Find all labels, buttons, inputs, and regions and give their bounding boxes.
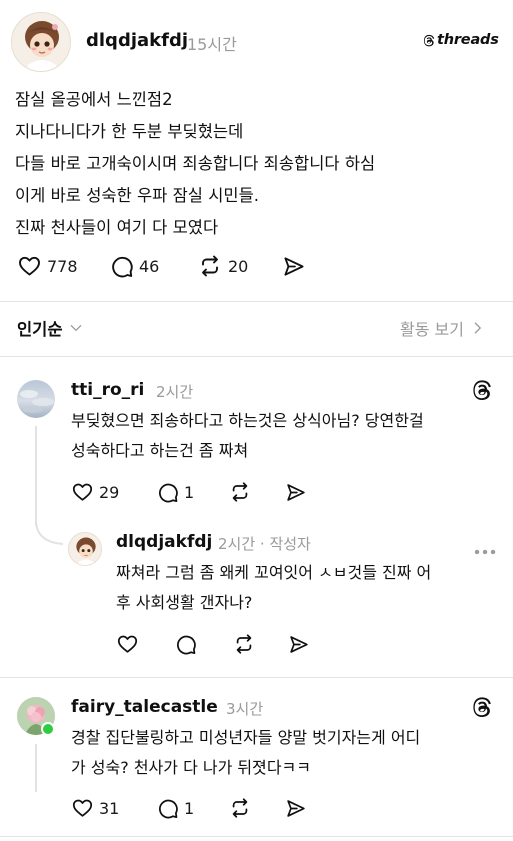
heart-icon [72, 799, 93, 817]
post-divider [0, 301, 513, 302]
threads-wordmark: threads [437, 32, 499, 48]
thread-connector-line [35, 744, 37, 792]
reply-username[interactable]: fairy_talecastle [71, 697, 218, 717]
nested-like-button[interactable] [116, 633, 139, 655]
threads-open-icon[interactable] [470, 695, 494, 723]
repost-icon [236, 634, 252, 654]
reply-timestamp: 3시간 [226, 700, 264, 718]
reply-divider [0, 677, 513, 678]
reply-line: 후 사회생활 갠자나? [116, 593, 253, 612]
chevron-right-icon [474, 322, 481, 334]
nested-comment-button[interactable] [175, 633, 197, 655]
reply-comment-button[interactable]: 1 [157, 481, 194, 503]
comment-icon [159, 483, 178, 503]
reply-comment-button[interactable]: 1 [157, 797, 194, 819]
share-icon [290, 636, 308, 653]
comment-icon [159, 799, 178, 819]
reply-username[interactable]: tti_ro_ri [71, 380, 144, 400]
thread-connector-line [35, 426, 37, 526]
share-icon [287, 800, 305, 817]
reply-comment-count: 1 [184, 798, 195, 818]
reply-line: 부딪혔으면 죄송하다고 하는것은 상식아님? 당연한걸 [71, 411, 424, 430]
heart-icon [117, 635, 138, 653]
reply-line: 성숙하다고 하는건 좀 짜쳐 [71, 441, 249, 460]
threads-open-icon[interactable] [470, 378, 494, 406]
post-body: 잠실 올공에서 느낀점2 지나다니다가 한 두분 부딪혔는데 다들 바로 고개숙… [15, 84, 505, 244]
threads-icon [473, 697, 491, 717]
sort-dropdown[interactable]: 인기순 [17, 316, 83, 340]
repost-icon [232, 798, 248, 818]
nested-repost-button[interactable] [232, 633, 256, 655]
reply-like-button[interactable]: 29 [71, 481, 119, 503]
chevron-down-icon [70, 325, 81, 331]
reply-comment-count: 1 [184, 482, 195, 502]
post-comment-button[interactable]: 46 [110, 254, 159, 278]
post-share-button[interactable] [282, 255, 306, 278]
author-avatar-illustration [69, 533, 101, 565]
post-line: 다들 바로 고개숙이시며 죄송합니다 죄송합니다 하심 [15, 154, 376, 173]
post-repost-button[interactable]: 20 [197, 254, 248, 278]
post-comment-count: 46 [139, 256, 160, 276]
comment-icon [177, 635, 196, 655]
thread-connector-curve [35, 520, 64, 545]
post-repost-count: 20 [228, 256, 249, 276]
reply-timestamp: 2시간 [156, 383, 194, 401]
reply-line: 경찰 집단불링하고 미성년자들 양말 벗기자는게 어디 [71, 728, 421, 747]
post-timestamp: 15시간 [187, 35, 237, 54]
reply-like-count: 29 [99, 482, 120, 502]
share-icon [287, 484, 305, 501]
threads-logo-icon [423, 34, 435, 46]
reply-body: 부딪혔으면 죄송하다고 하는것은 상식아님? 당연한걸 성숙하다고 하는건 좀 … [71, 406, 511, 466]
post-username[interactable]: dlqdjakfdj [86, 30, 188, 51]
more-options-button[interactable] [474, 540, 496, 559]
post-line: 지나다니다가 한 두분 부딪혔는데 [15, 122, 244, 141]
author-avatar-illustration [12, 13, 70, 71]
nested-reply-avatar[interactable] [68, 532, 102, 566]
share-icon [284, 257, 304, 276]
post-like-button[interactable]: 778 [17, 254, 78, 278]
repost-icon [202, 255, 218, 277]
reply-repost-button[interactable] [228, 481, 252, 503]
reply-like-count: 31 [99, 798, 120, 818]
reply-line: 가 성숙? 천사가 다 나가 뒤졋다ㅋㅋ [71, 758, 312, 777]
threads-icon [473, 380, 491, 400]
nested-share-button[interactable] [288, 634, 310, 655]
reply-avatar[interactable] [17, 380, 55, 418]
reply-body: 경찰 집단불링하고 미성년자들 양말 벗기자는게 어디 가 성숙? 천사가 다 … [71, 723, 511, 783]
post-line: 잠실 올공에서 느낀점2 [15, 90, 173, 109]
post-line: 진짜 천사들이 여기 다 모였다 [15, 218, 219, 237]
repost-icon [232, 482, 248, 502]
nested-reply-timestamp: 2시간 · 작성자 [218, 535, 311, 553]
reply-line: 짜쳐라 그럼 좀 왜케 꼬여잇어 ㅅㅂ것들 진짜 어 [116, 563, 432, 582]
nested-reply-body: 짜쳐라 그럼 좀 왜케 꼬여잇어 ㅅㅂ것들 진짜 어 후 사회생활 갠자나? [116, 558, 508, 618]
bottom-divider [0, 836, 513, 837]
ellipsis-icon [474, 549, 496, 555]
online-status-dot [41, 722, 55, 736]
post-line: 이게 바로 성숙한 우파 잠실 시민들. [15, 186, 259, 205]
reply-repost-button[interactable] [228, 797, 252, 819]
heart-icon [19, 256, 40, 276]
sky-photo-icon [20, 390, 54, 413]
threads-brand[interactable]: threads [422, 32, 499, 48]
comment-icon [112, 256, 133, 278]
reply-like-button[interactable]: 31 [71, 797, 119, 819]
sort-label: 인기순 [17, 320, 63, 339]
reply-share-button[interactable] [285, 482, 307, 503]
post-like-count: 778 [47, 256, 78, 276]
sort-divider [0, 356, 513, 357]
activity-link[interactable]: 활동 보기 [400, 316, 484, 340]
reply-share-button[interactable] [285, 798, 307, 819]
author-avatar[interactable] [11, 12, 71, 72]
heart-icon [72, 483, 93, 501]
nested-reply-username[interactable]: dlqdjakfdj [116, 532, 212, 552]
activity-label: 활동 보기 [400, 320, 464, 339]
